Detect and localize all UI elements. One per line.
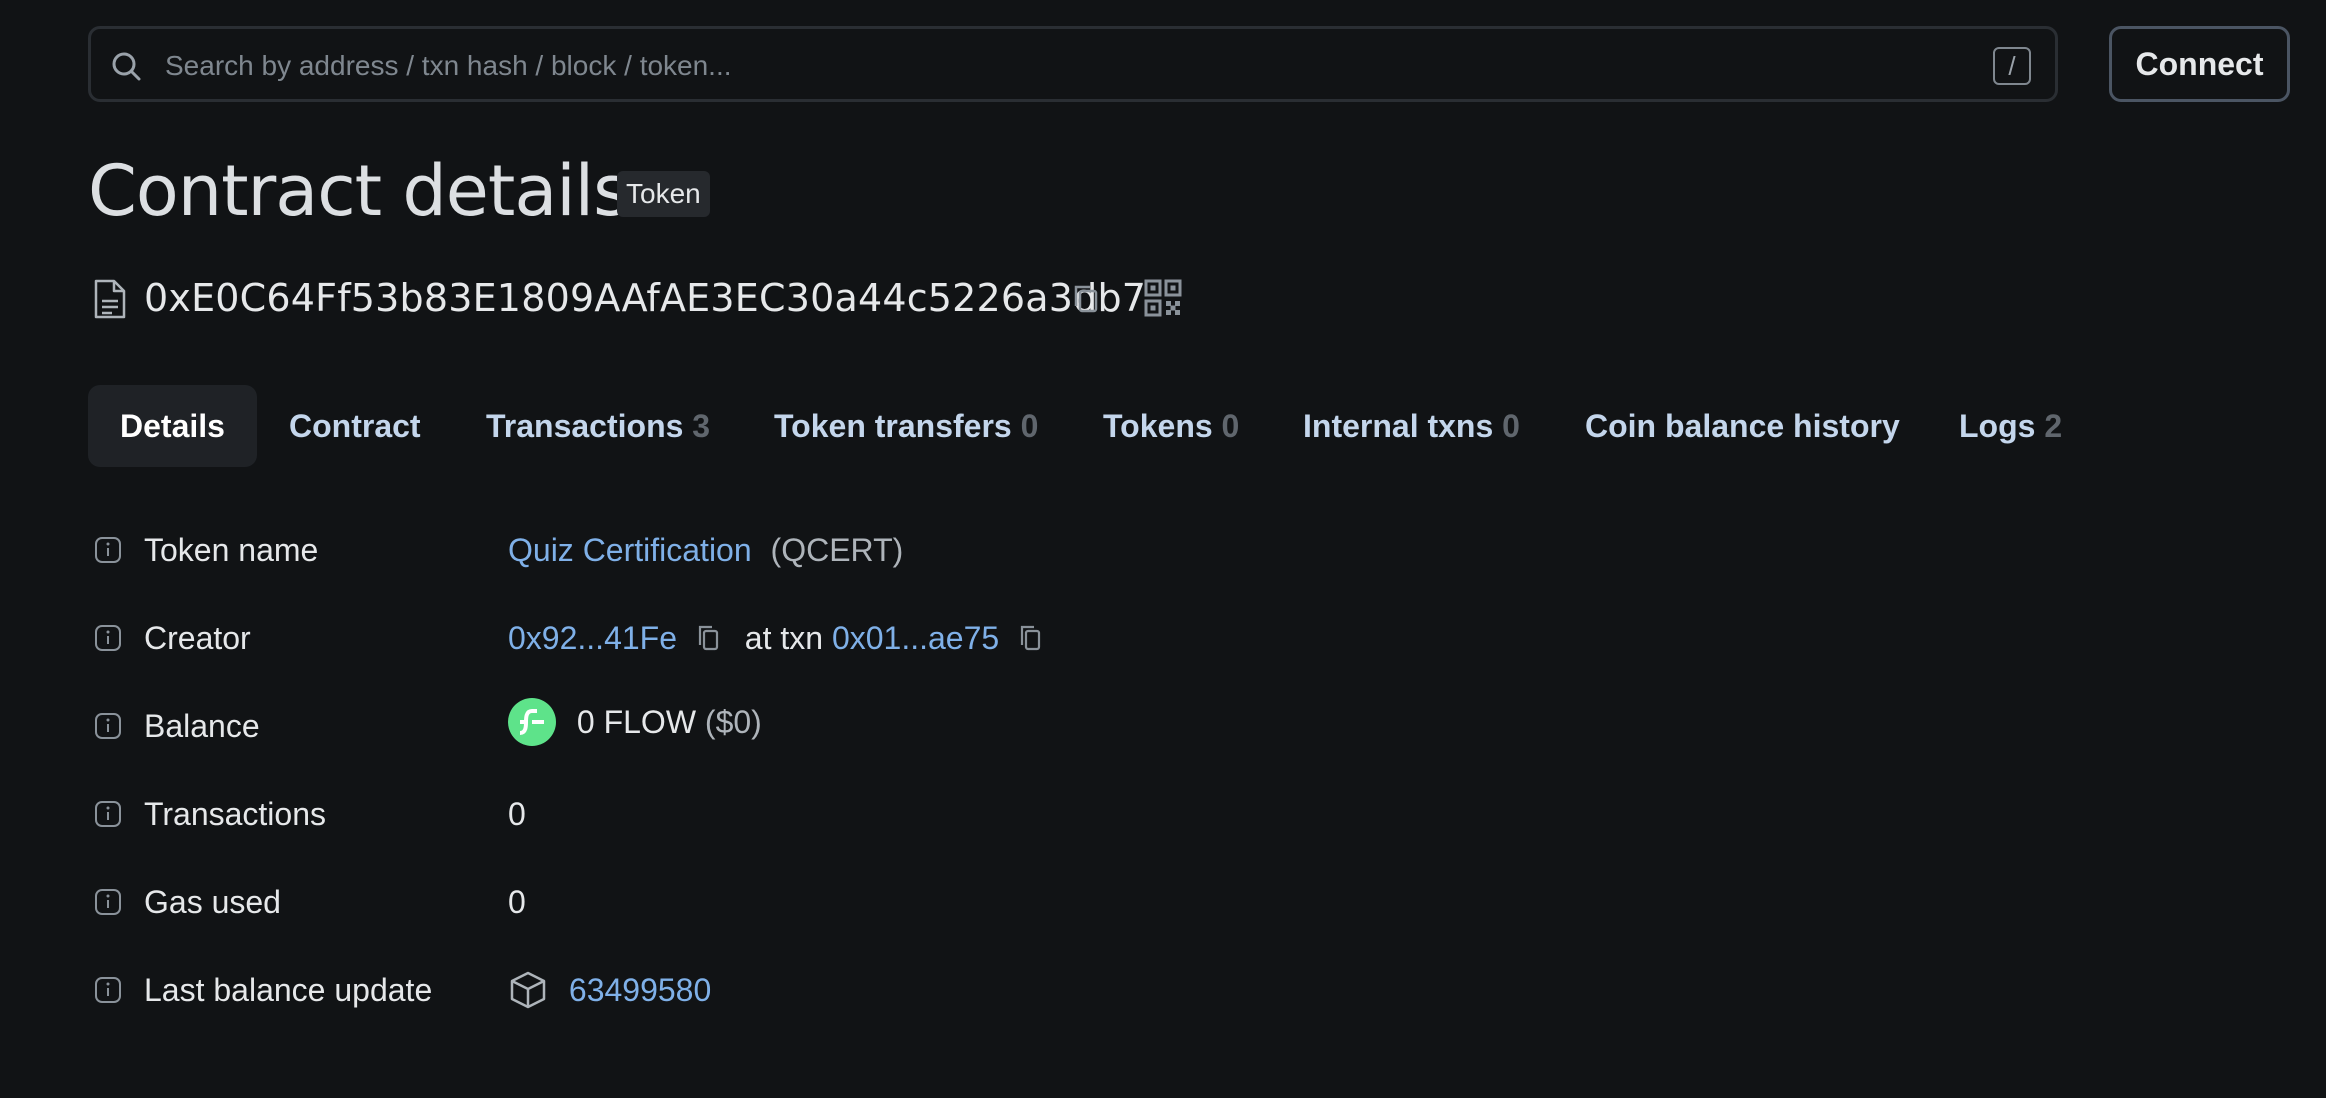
- detail-label: Last balance update: [144, 972, 433, 1008]
- info-icon[interactable]: [94, 976, 122, 1004]
- balance-usd: ($0): [704, 704, 762, 741]
- creator-address-link[interactable]: 0x92...41Fe: [508, 620, 677, 656]
- copy-icon[interactable]: [1070, 282, 1102, 316]
- search-input[interactable]: Search by address / txn hash / block / t…: [88, 26, 2058, 102]
- tab-label: Internal txns: [1303, 408, 1494, 444]
- tab-label: Transactions: [486, 408, 684, 444]
- tab-token-transfers[interactable]: Token transfers 0: [774, 385, 1038, 467]
- tab-details[interactable]: Details: [88, 385, 257, 467]
- type-badge: Token: [617, 171, 710, 217]
- tab-count: 0: [1502, 408, 1520, 444]
- tab-internal-txns[interactable]: Internal txns 0: [1303, 385, 1520, 467]
- tab-label: Coin balance history: [1585, 408, 1900, 444]
- flow-token-icon: [508, 698, 556, 746]
- detail-label: Gas used: [144, 884, 281, 920]
- page-title: Contract details: [88, 150, 630, 232]
- info-icon[interactable]: [94, 712, 122, 740]
- search-icon: [112, 52, 141, 81]
- tab-count: 3: [692, 408, 711, 444]
- tab-coin-balance-history[interactable]: Coin balance history: [1585, 385, 1900, 467]
- info-icon[interactable]: [94, 624, 122, 652]
- token-symbol: (QCERT): [770, 532, 904, 568]
- tab-tokens[interactable]: Tokens 0: [1103, 385, 1239, 467]
- contract-address: 0xE0C64Ff53b83E1809AAfAE3EC30a44c5226a3d…: [144, 276, 1147, 320]
- connect-button[interactable]: Connect: [2109, 26, 2290, 102]
- balance-amount: 0 FLOW: [576, 704, 697, 741]
- at-txn-text: at txn: [744, 620, 824, 656]
- search-shortcut-key: /: [1993, 47, 2031, 85]
- detail-row-creator: Creator 0x92...41Fe at txn 0x01...ae75: [88, 608, 1288, 668]
- detail-value: 63499580: [508, 971, 711, 1013]
- tab-logs[interactable]: Logs 2: [1959, 385, 2062, 467]
- token-name-link[interactable]: Quiz Certification: [508, 532, 752, 568]
- tab-label: Details: [120, 408, 225, 444]
- search-placeholder: Search by address / txn hash / block / t…: [165, 50, 732, 81]
- qr-code-icon[interactable]: [1144, 279, 1182, 317]
- tab-label: Token transfers: [774, 408, 1012, 444]
- transactions-value: 0: [508, 796, 526, 832]
- detail-label: Token name: [144, 532, 319, 568]
- detail-label: Transactions: [144, 796, 326, 832]
- tab-label: Logs: [1959, 408, 2036, 444]
- tab-count: 0: [1221, 408, 1240, 444]
- detail-label: Balance: [144, 708, 260, 744]
- copy-icon[interactable]: [1018, 623, 1044, 653]
- detail-value: 0 FLOW ($0): [508, 698, 762, 746]
- info-icon[interactable]: [94, 800, 122, 828]
- document-icon: [94, 279, 126, 319]
- tab-contract[interactable]: Contract: [289, 385, 421, 467]
- detail-row-last-balance-update: Last balance update 63499580: [88, 960, 1288, 1020]
- gas-used-value: 0: [508, 884, 526, 920]
- detail-value: 0x92...41Fe at txn 0x01...ae75: [508, 620, 1044, 657]
- info-icon[interactable]: [94, 888, 122, 916]
- tab-label: Contract: [289, 408, 421, 444]
- copy-icon[interactable]: [696, 623, 722, 653]
- tab-label: Tokens: [1103, 408, 1213, 444]
- tab-count: 0: [1020, 408, 1039, 444]
- detail-row-token-name: Token name Quiz Certification (QCERT): [88, 520, 1288, 580]
- top-bar: Search by address / txn hash / block / t…: [88, 26, 2290, 104]
- detail-label: Creator: [144, 620, 251, 656]
- detail-row-balance: Balance 0 FLOW ($0): [88, 696, 1288, 756]
- creator-txn-link[interactable]: 0x01...ae75: [832, 620, 999, 656]
- detail-row-transactions: Transactions 0: [88, 784, 1288, 844]
- detail-row-gas-used: Gas used 0: [88, 872, 1288, 932]
- tab-transactions[interactable]: Transactions 3: [486, 385, 710, 467]
- detail-value: Quiz Certification (QCERT): [508, 532, 903, 569]
- block-number-link[interactable]: 63499580: [569, 972, 711, 1008]
- tab-count: 2: [2044, 408, 2063, 444]
- info-icon[interactable]: [94, 536, 122, 564]
- block-icon: [510, 971, 546, 1008]
